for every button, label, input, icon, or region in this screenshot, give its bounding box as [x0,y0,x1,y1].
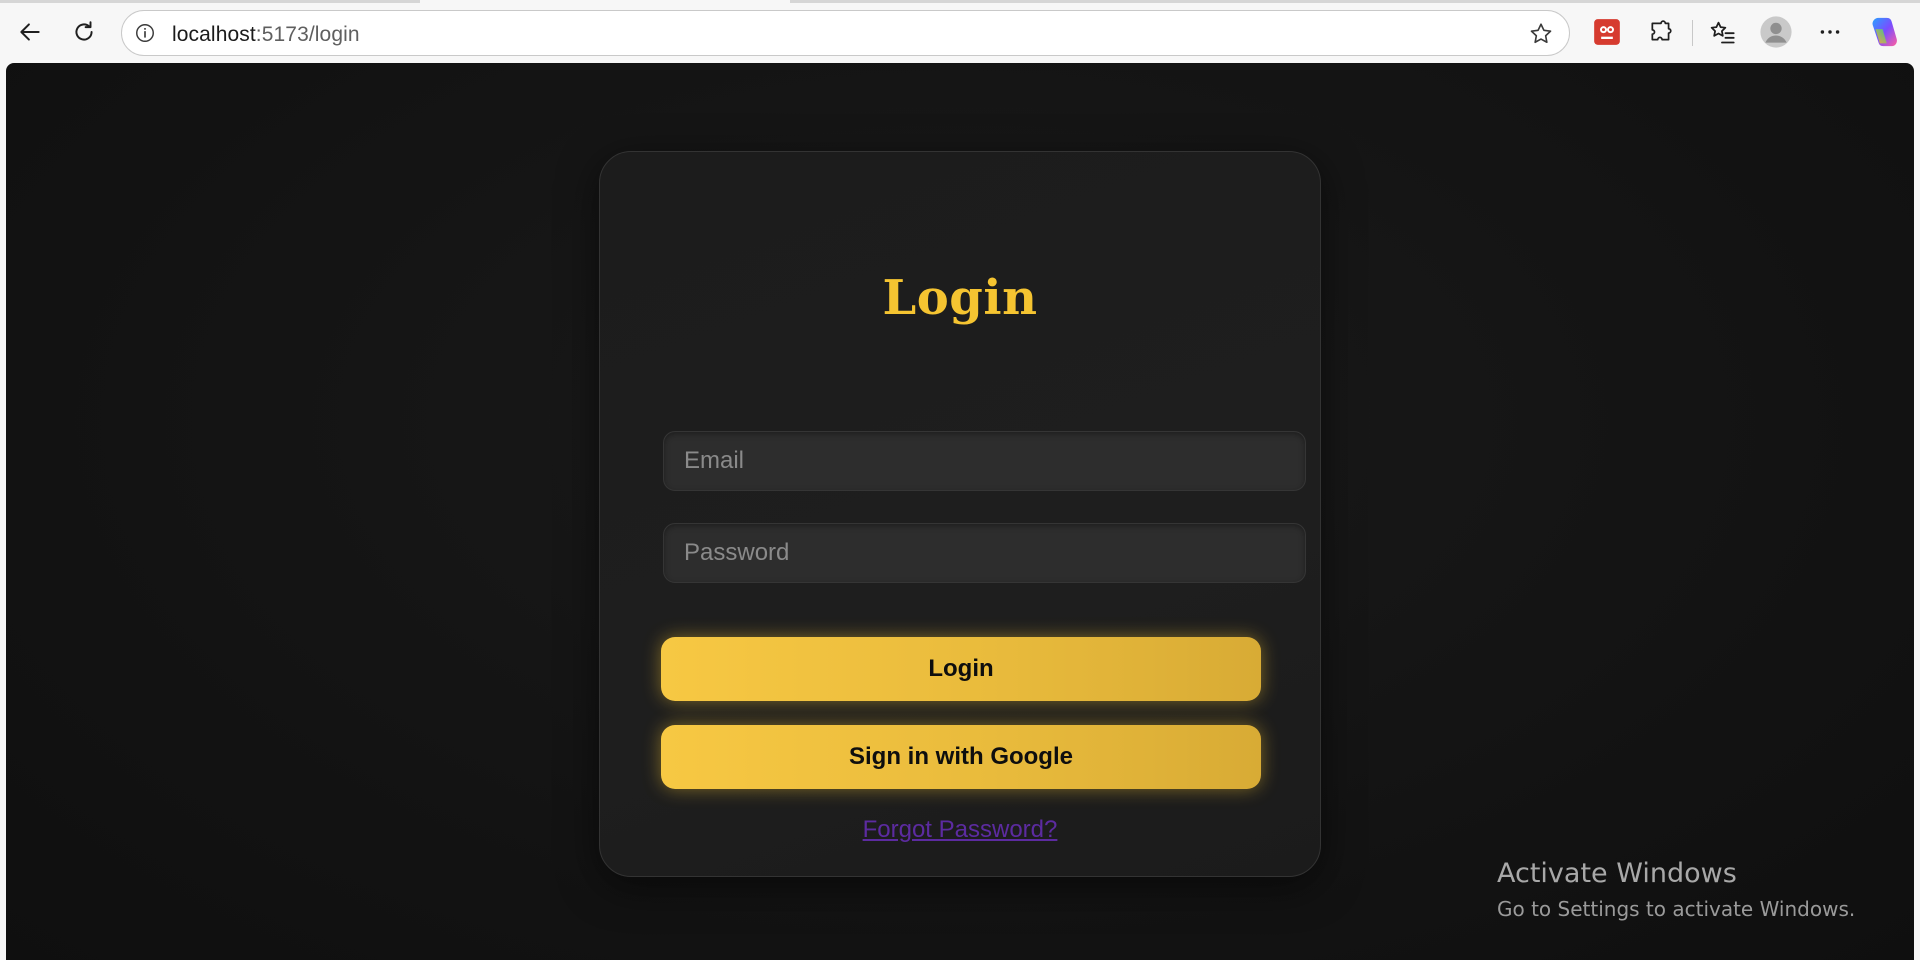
email-input[interactable] [663,431,1306,491]
url-path: :5173/login [255,23,360,46]
tab-strip-edge [790,0,1920,3]
forgot-password-row: Forgot Password? [600,816,1320,844]
more-options-button[interactable] [1809,11,1851,53]
extensions-button[interactable] [1640,11,1682,53]
url-host: localhost [172,23,256,46]
refresh-button[interactable] [63,11,105,53]
login-card: Login Login Sign in with Google Forgot P… [599,151,1321,877]
tab-strip-edge [0,0,420,3]
back-button[interactable] [9,11,51,53]
more-horizontal-icon [1820,30,1840,34]
windows-activation-watermark: Activate Windows Go to Settings to activ… [1497,858,1855,921]
url-text[interactable]: localhost:5173/login [172,23,360,47]
extension-red-icon [1594,19,1620,45]
back-arrow-icon [20,23,40,41]
extension-button[interactable] [1586,11,1628,53]
profile-button[interactable] [1755,11,1797,53]
watermark-subtitle: Go to Settings to activate Windows. [1497,897,1856,921]
toolbar-divider [1692,20,1693,46]
star-icon [1530,23,1552,44]
info-icon [136,24,154,42]
browser-toolbar: localhost:5173/login [0,0,1920,64]
avatar-icon [1760,16,1792,48]
copilot-button[interactable] [1863,11,1905,53]
google-signin-button[interactable]: Sign in with Google [661,725,1261,789]
address-bar[interactable]: localhost:5173/login [121,10,1570,56]
copilot-icon [1872,17,1897,47]
password-input[interactable] [663,523,1306,583]
login-title: Login [882,270,1038,326]
page-viewport: Login Login Sign in with Google Forgot P… [6,63,1914,960]
login-button[interactable]: Login [661,637,1261,701]
puzzle-piece-icon [1651,20,1672,41]
forgot-password-link[interactable]: Forgot Password? [863,816,1058,843]
site-info-button[interactable] [132,20,158,46]
watermark-title: Activate Windows [1497,858,1737,889]
favorite-button[interactable] [1527,20,1555,48]
favorites-button[interactable] [1701,11,1743,53]
refresh-icon [75,21,93,41]
favorites-list-icon [1710,21,1735,44]
